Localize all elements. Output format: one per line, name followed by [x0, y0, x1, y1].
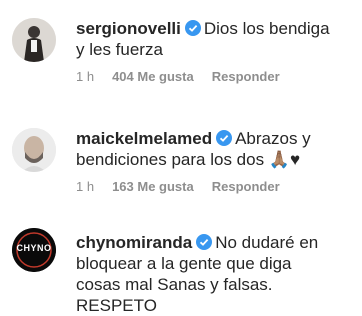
- comment-body-cont: bloquear a la gente que diga: [76, 254, 292, 273]
- comment-text: chynomiranda No dudaré en bloquear a la g…: [76, 232, 358, 316]
- avatar-photo: [12, 18, 56, 62]
- likes-count[interactable]: 404 Me gusta: [112, 69, 194, 84]
- comment-body-cont: cosas mal Sanas y falsas. RESPETO: [76, 275, 273, 315]
- comment-text: sergionovelli Dios los bendiga y les fuer…: [76, 18, 358, 60]
- verified-badge-icon: [216, 130, 233, 146]
- verified-badge-icon: [196, 234, 213, 250]
- comment-time: 1 h: [76, 179, 95, 194]
- comment-body-cont: bendiciones para los dos 🙏🏽♥: [76, 150, 301, 169]
- comment-body: No dudaré en: [215, 233, 319, 252]
- comment-body: Abrazos y: [235, 129, 311, 148]
- avatar-logo-text: CHYNO: [16, 243, 52, 253]
- reply-button[interactable]: Responder: [212, 69, 280, 84]
- username-link[interactable]: sergionovelli: [76, 19, 181, 38]
- avatar[interactable]: CHYNO: [12, 228, 56, 272]
- comment-body: Dios los bendiga: [203, 19, 330, 38]
- avatar-photo: [12, 128, 56, 172]
- username-link[interactable]: maickelmelamed: [76, 129, 212, 148]
- avatar[interactable]: [12, 18, 56, 62]
- reply-button[interactable]: Responder: [212, 179, 280, 194]
- verified-badge-icon: [184, 20, 201, 36]
- username-link[interactable]: chynomiranda: [76, 233, 192, 252]
- avatar[interactable]: [12, 128, 56, 172]
- likes-count[interactable]: 163 Me gusta: [112, 179, 194, 194]
- comment-meta: 1 h 163 Me gusta Responder: [76, 179, 358, 194]
- comment-meta: 1 h 404 Me gusta Responder: [76, 69, 358, 84]
- comment-body-cont: y les fuerza: [76, 40, 163, 59]
- comment-time: 1 h: [76, 69, 95, 84]
- comment-text: maickelmelamed Abrazos y bendiciones para…: [76, 128, 358, 170]
